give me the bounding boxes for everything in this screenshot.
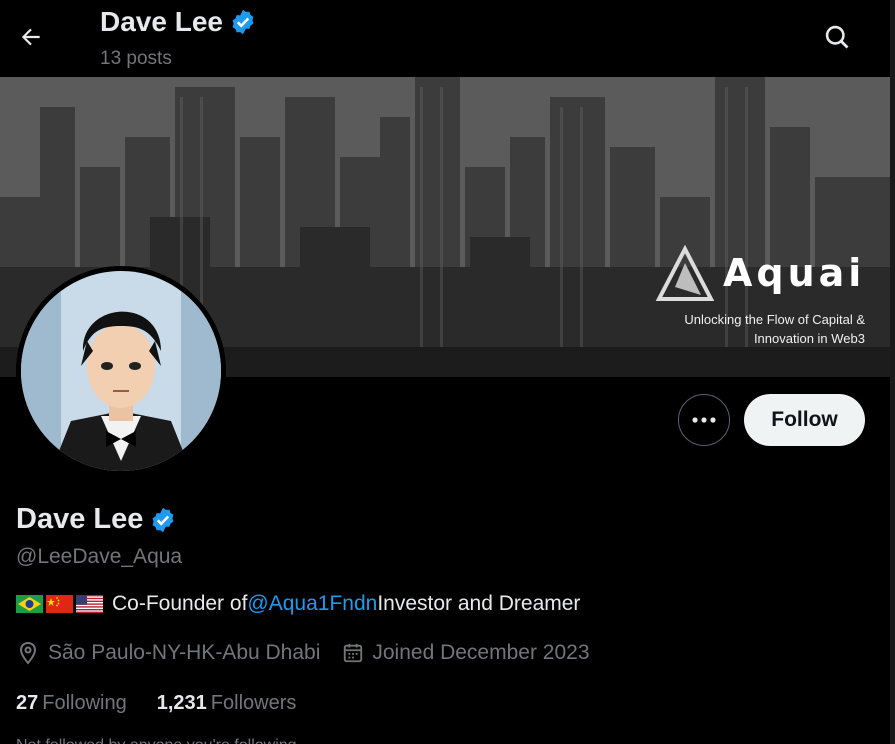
header-name: Dave Lee bbox=[100, 6, 223, 37]
back-button[interactable] bbox=[14, 20, 48, 54]
join-date-text: Joined December 2023 bbox=[372, 641, 590, 664]
profile-name-text: Dave Lee bbox=[16, 503, 144, 535]
verified-badge-icon[interactable] bbox=[149, 506, 177, 534]
calendar-icon bbox=[344, 643, 363, 663]
more-horizontal-icon bbox=[692, 417, 716, 423]
followers-label: Followers bbox=[210, 692, 297, 714]
followers-count: 1,231 bbox=[156, 692, 207, 714]
location: São Paulo-NY-HK-Abu Dhabi bbox=[16, 641, 320, 665]
verified-badge-icon bbox=[232, 9, 254, 35]
brand-name: Aquai bbox=[723, 251, 866, 295]
top-bar: Dave Lee 13 posts bbox=[0, 0, 890, 77]
following-count: 27 bbox=[16, 692, 39, 714]
page-title: Dave Lee bbox=[100, 6, 257, 38]
profile-stats: 27 Following 1,231 Followers bbox=[16, 692, 296, 715]
followed-by-text: Not followed by anyone you're following bbox=[16, 737, 297, 744]
china-flag-icon bbox=[46, 595, 73, 613]
brand-tagline: Unlocking the Flow of Capital & Innovati… bbox=[605, 310, 865, 348]
following-label: Following bbox=[42, 692, 127, 714]
profile-bio: Co-Founder of @Aqua1Fndn Investor and Dr… bbox=[16, 592, 580, 616]
avatar-illustration bbox=[21, 271, 221, 471]
aquai-logo-icon bbox=[655, 245, 715, 301]
following-link[interactable]: 27 Following bbox=[16, 692, 127, 715]
post-count: 13 posts bbox=[100, 48, 172, 69]
profile-handle: @LeeDave_Aqua bbox=[16, 545, 183, 568]
avatar[interactable] bbox=[16, 266, 226, 476]
usa-flag-icon bbox=[76, 595, 103, 613]
follow-button[interactable]: Follow bbox=[744, 394, 865, 446]
join-date: Joined December 2023 bbox=[342, 641, 590, 665]
tagline-line-1: Unlocking the Flow of Capital & bbox=[684, 312, 865, 327]
bio-mention-link[interactable]: @Aqua1Fndn bbox=[247, 592, 377, 616]
scrollbar[interactable] bbox=[890, 0, 895, 744]
brazil-flag-icon bbox=[16, 595, 43, 613]
location-pin-icon bbox=[19, 641, 37, 665]
arrow-left-icon bbox=[21, 28, 40, 46]
followers-link[interactable]: 1,231 Followers bbox=[157, 692, 297, 715]
brand-logo: Aquai bbox=[655, 243, 875, 313]
location-text: São Paulo-NY-HK-Abu Dhabi bbox=[48, 641, 321, 664]
more-options-button[interactable] bbox=[678, 394, 730, 446]
search-button[interactable] bbox=[820, 20, 854, 54]
profile-meta: São Paulo-NY-HK-Abu Dhabi Joined Decembe… bbox=[16, 641, 612, 665]
bio-prefix: Co-Founder of bbox=[112, 592, 248, 615]
tagline-line-2: Innovation in Web3 bbox=[753, 331, 865, 346]
profile-name: Dave Lee bbox=[16, 503, 177, 536]
bio-suffix: Investor and Dreamer bbox=[377, 592, 581, 615]
search-icon bbox=[825, 25, 849, 49]
